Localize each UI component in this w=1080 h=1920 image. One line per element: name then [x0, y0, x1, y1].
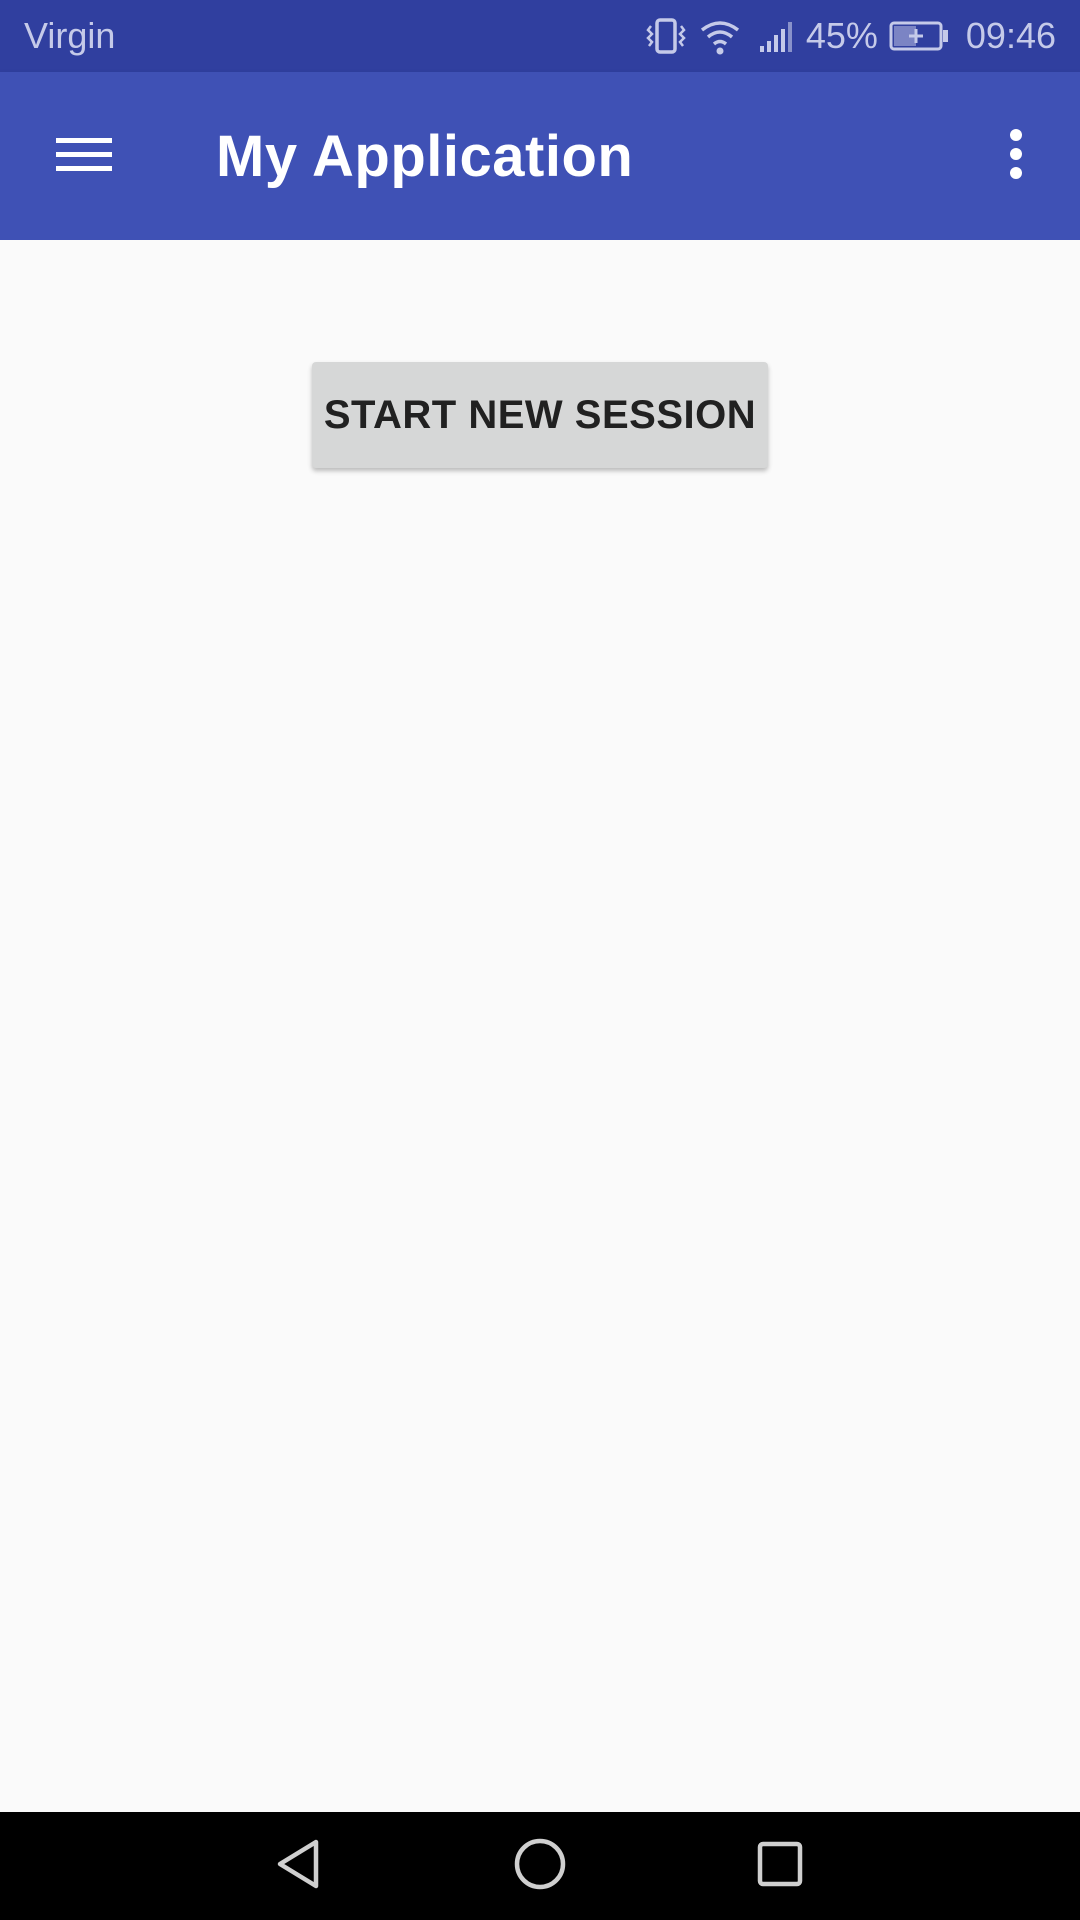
back-icon: [272, 1836, 328, 1897]
home-icon: [512, 1836, 568, 1897]
main-content: START NEW SESSION: [0, 240, 1080, 1812]
battery-charging-icon: [888, 14, 950, 58]
back-button[interactable]: [260, 1826, 340, 1906]
status-icons: 45% 09:46: [644, 10, 1056, 62]
battery-percent: 45%: [805, 15, 878, 56]
vibrate-icon: [644, 14, 688, 58]
more-vert-icon: [1008, 128, 1024, 185]
overflow-menu-button[interactable]: [976, 108, 1056, 204]
app-screen: Virgin 45% 09:46 My Application START NE…: [0, 0, 1080, 1920]
menu-icon: [56, 132, 112, 181]
carrier-name: Virgin: [24, 15, 116, 56]
app-title: My Application: [216, 124, 634, 189]
recents-icon: [752, 1836, 808, 1897]
recents-button[interactable]: [740, 1826, 820, 1906]
status-bar: Virgin 45% 09:46: [0, 0, 1080, 72]
clock: 09:46: [965, 15, 1056, 56]
navigation-bar: [0, 1812, 1080, 1920]
app-bar: My Application: [0, 72, 1080, 240]
signal-icon: [752, 14, 796, 58]
wifi-icon: [698, 14, 742, 58]
menu-button[interactable]: [36, 108, 132, 204]
home-button[interactable]: [500, 1826, 580, 1906]
start-new-session-button[interactable]: START NEW SESSION: [312, 362, 768, 468]
